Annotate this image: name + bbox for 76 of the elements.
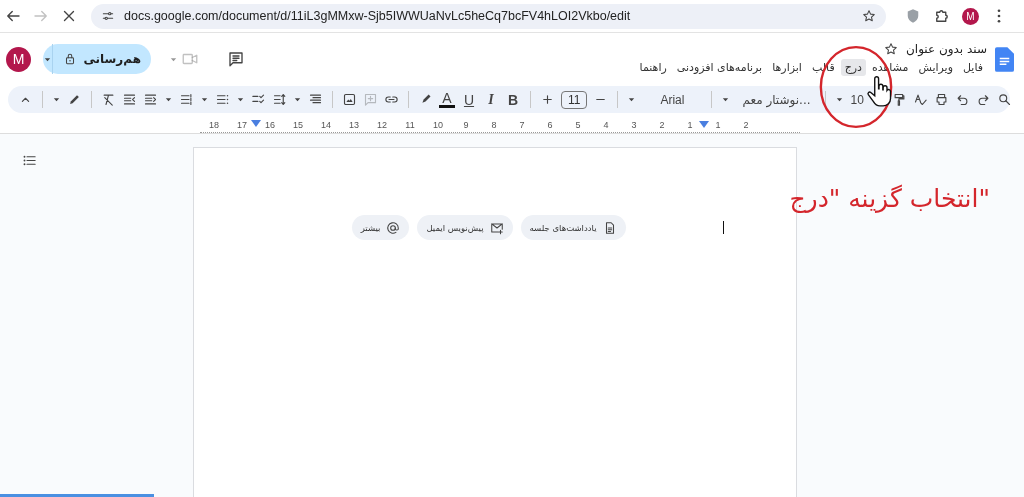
paint-format-icon[interactable]	[892, 92, 908, 107]
ruler-number: 11	[404, 119, 416, 130]
menu-item[interactable]: راهنما	[635, 59, 671, 76]
caret-icon[interactable]	[721, 95, 731, 104]
ruler-number: 8	[490, 119, 498, 130]
print-icon[interactable]	[934, 92, 950, 107]
ruler-number: 16	[264, 119, 276, 130]
menu-item[interactable]: ویرایش	[914, 59, 957, 76]
ruler-number: 15	[292, 119, 304, 130]
underline-button[interactable]: U	[461, 91, 477, 108]
bookmark-star-icon[interactable]	[862, 9, 876, 23]
puzzle-icon[interactable]	[933, 7, 951, 25]
caret-icon[interactable]	[293, 95, 302, 104]
address-bar[interactable]: docs.google.com/document/d/11iL3gMMxw-Sjb5IWWUaNvLc5heCq7bcFV4hLOI2Vkbo/edit	[91, 3, 886, 29]
ruler-number: 5	[574, 119, 582, 130]
menu-item[interactable]: فایل	[959, 59, 987, 76]
font-size-field[interactable]: 11	[561, 90, 588, 109]
profile-avatar[interactable]: M	[962, 7, 979, 25]
plus-icon[interactable]	[540, 92, 555, 107]
indent-decrease-icon[interactable]	[122, 92, 137, 107]
comment-icon[interactable]	[227, 50, 245, 68]
ruler-number: 6	[546, 119, 554, 130]
hand-cursor-icon	[866, 76, 892, 108]
menu-item[interactable]: درج	[840, 59, 866, 76]
menu-item[interactable]: ابزارها	[768, 59, 806, 76]
image-icon[interactable]	[342, 92, 357, 107]
smart-chip[interactable]: یادداشت‌های جلسه	[520, 215, 626, 240]
ruler-number: 17	[236, 119, 248, 130]
ruler-number: 13	[348, 119, 360, 130]
outline-icon[interactable]	[22, 153, 37, 168]
caret-icon[interactable]	[627, 95, 637, 104]
list-icon[interactable]	[179, 92, 194, 107]
italic-button[interactable]: I	[483, 91, 499, 108]
zoom-dropdown[interactable]: 10	[850, 92, 867, 107]
ruler-number: 4	[602, 119, 610, 130]
indent-marker-icon[interactable]	[699, 120, 709, 129]
clear-formatting-icon[interactable]	[101, 92, 116, 107]
ruler-number: 1	[714, 119, 722, 130]
caret-icon[interactable]	[200, 95, 209, 104]
search-icon[interactable]	[997, 92, 1013, 107]
ruler-number: 2	[658, 119, 666, 130]
ruler-number: 9	[462, 119, 470, 130]
caret-icon[interactable]	[164, 95, 173, 104]
indent-increase-icon[interactable]	[143, 92, 158, 107]
text-cursor	[722, 221, 724, 234]
at-sign-icon	[386, 220, 401, 235]
docs-logo-icon[interactable]	[995, 47, 1014, 72]
ruler-number: 10	[432, 119, 444, 130]
ruler-number: 3	[630, 119, 638, 130]
caret-icon[interactable]	[52, 95, 61, 104]
star-icon[interactable]	[884, 42, 898, 56]
style-dropdown[interactable]: نوشتار معم...	[736, 92, 817, 107]
line-spacing-icon[interactable]	[272, 92, 287, 107]
margin-marker-icon[interactable]	[251, 120, 261, 128]
menu-item[interactable]: برنامه‌های افزودنی	[672, 59, 767, 76]
bulleted-list-icon[interactable]	[215, 92, 230, 107]
ruler-number: 14	[320, 119, 332, 130]
font-dropdown[interactable]: Arial	[642, 92, 703, 107]
account-avatar[interactable]: M	[6, 46, 31, 72]
smart-chip[interactable]: پیش‌نویس ایمیل	[417, 215, 513, 240]
url-text: docs.google.com/document/d/11iL3gMMxw-Sjb5IWWUaNvLc5heCq7bcFV4hLOI2Vkbo/edit	[124, 9, 632, 23]
bold-button[interactable]: B	[505, 91, 521, 108]
caret-icon[interactable]	[835, 95, 845, 104]
ruler-number: 2	[742, 119, 750, 130]
ruler-number: 1	[686, 119, 694, 130]
ruler-number: 12	[376, 119, 388, 130]
smart-chip[interactable]: بیشتر	[351, 215, 410, 240]
document-title[interactable]: سند بدون عنوان	[906, 42, 987, 56]
envelope-icon	[489, 220, 504, 235]
share-button[interactable]: هم‌رسانی	[43, 44, 151, 74]
ruler-number: 18	[208, 119, 220, 130]
caret-icon[interactable]	[236, 95, 245, 104]
text-color-button[interactable]: A	[439, 91, 455, 108]
ruler-number: 7	[518, 119, 526, 130]
site-info-icon[interactable]	[101, 9, 115, 23]
spellcheck-icon[interactable]	[913, 92, 929, 107]
